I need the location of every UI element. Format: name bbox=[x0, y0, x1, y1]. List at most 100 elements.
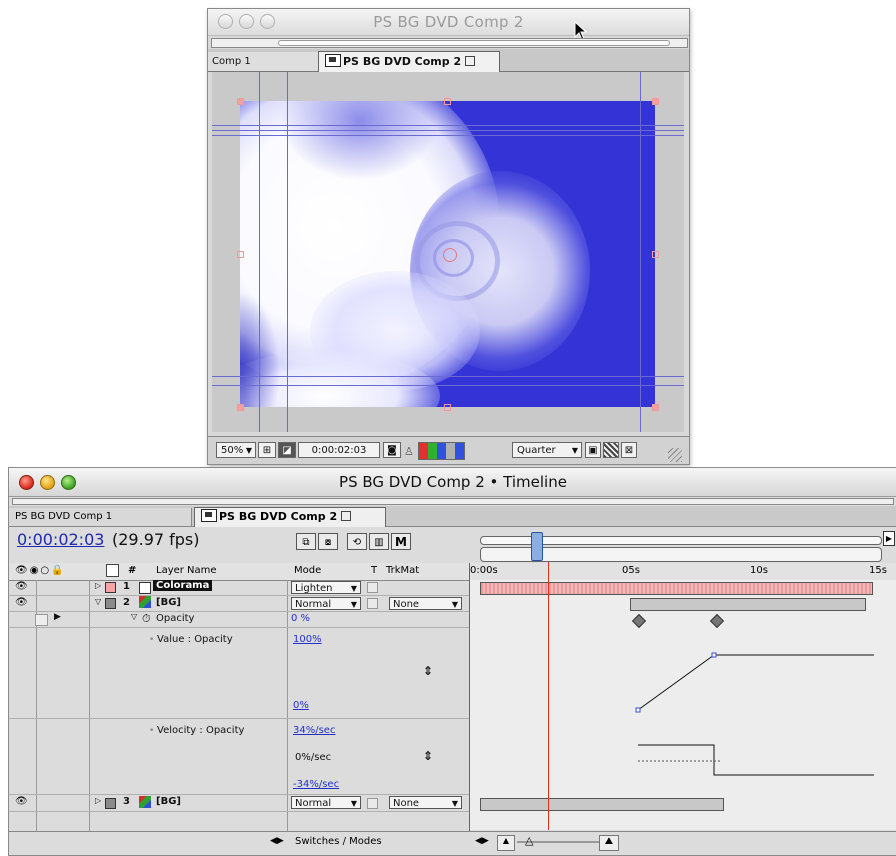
pixel-aspect-icon[interactable]: ⊠ bbox=[621, 442, 637, 458]
track-matte-dropdown[interactable]: None ▼ bbox=[389, 597, 462, 610]
velocity-max-label[interactable]: 34%/sec bbox=[293, 725, 335, 736]
label-column-icon[interactable] bbox=[106, 564, 119, 577]
edge-handle[interactable] bbox=[444, 98, 451, 105]
comp-marker-icon[interactable]: ⧉ bbox=[296, 533, 316, 550]
label-color-swatch[interactable] bbox=[105, 582, 116, 593]
comp-title-bar[interactable]: PS BG DVD Comp 2 bbox=[208, 9, 689, 41]
zoom-in-icon[interactable]: ⛰ bbox=[599, 835, 619, 851]
mode-column-header[interactable]: Mode bbox=[294, 565, 321, 576]
time-slider-icon[interactable] bbox=[531, 532, 543, 561]
magnification-dropdown[interactable]: 50% ▼ bbox=[216, 442, 256, 458]
t-column-header[interactable]: T bbox=[371, 565, 377, 576]
tab-ps-bg-dvd-comp-2[interactable]: PS BG DVD Comp 2 bbox=[318, 51, 500, 72]
channel-icon[interactable] bbox=[418, 442, 465, 460]
live-update-icon[interactable]: ⧇ bbox=[318, 533, 338, 550]
guide-line[interactable] bbox=[212, 135, 684, 136]
timeline-graph-area[interactable] bbox=[470, 562, 896, 830]
graph-toggle-icon[interactable]: ⇕ bbox=[423, 664, 433, 678]
tab-lock-icon[interactable] bbox=[341, 511, 352, 521]
corner-handle[interactable] bbox=[237, 98, 244, 105]
edge-handle[interactable] bbox=[444, 404, 451, 411]
graph-toggle-icon[interactable]: ⇕ bbox=[423, 749, 433, 763]
eye-icon[interactable]: 👁 bbox=[15, 597, 28, 608]
corner-handle[interactable] bbox=[652, 404, 659, 411]
guide-line[interactable] bbox=[287, 72, 288, 432]
corner-handle[interactable] bbox=[652, 98, 659, 105]
resolution-dropdown[interactable]: Quarter ▼ bbox=[512, 442, 582, 458]
draft-3d-icon[interactable]: ⟲ bbox=[347, 533, 367, 550]
keyframe[interactable] bbox=[631, 613, 647, 629]
guide-line[interactable] bbox=[259, 72, 260, 432]
trkmat-column-header[interactable]: TrkMat bbox=[386, 565, 419, 576]
tab-comp-1[interactable]: Comp 1 bbox=[208, 52, 318, 71]
tab-ps-bg-dvd-comp-1[interactable]: PS BG DVD Comp 1 bbox=[9, 508, 192, 526]
keyframe[interactable] bbox=[709, 613, 725, 629]
label-color-swatch[interactable] bbox=[105, 798, 116, 809]
current-time-indicator[interactable] bbox=[548, 562, 549, 830]
stopwatch-icon[interactable]: ⏱ bbox=[142, 612, 151, 626]
show-snapshot-icon[interactable]: ♙ bbox=[404, 445, 416, 458]
twirl-arrow-icon[interactable]: ▽ bbox=[95, 597, 101, 606]
current-time-field[interactable]: 0:00:02:03 bbox=[298, 442, 380, 458]
snapshot-icon[interactable]: ◙ bbox=[383, 442, 401, 458]
opacity-value[interactable]: 0 % bbox=[291, 613, 310, 624]
eye-icon[interactable]: 👁 bbox=[15, 581, 28, 592]
expand-pane-icon[interactable]: ◀▶ bbox=[475, 836, 489, 846]
expand-pane-icon[interactable]: ◀▶ bbox=[270, 836, 284, 846]
edge-handle[interactable] bbox=[237, 251, 244, 258]
guide-line[interactable] bbox=[212, 130, 684, 131]
anchor-point-icon[interactable] bbox=[443, 248, 457, 262]
guide-line[interactable] bbox=[212, 376, 684, 377]
resize-grip-icon[interactable] bbox=[668, 448, 682, 462]
track-matte-dropdown[interactable]: None ▼ bbox=[389, 796, 462, 809]
timeline-top-scrollbar[interactable] bbox=[12, 498, 894, 505]
switches-modes-toggle[interactable]: Switches / Modes bbox=[295, 836, 382, 847]
navigator-right-arrow-icon[interactable]: ▶ bbox=[883, 531, 895, 546]
guide-line[interactable] bbox=[212, 125, 684, 126]
layer-row-1[interactable]: 👁 ▷ 1 Colorama Lighten ▼ bbox=[9, 580, 469, 596]
opacity-property-row[interactable]: ▶ ▽ ⏱ Opacity 0 % bbox=[9, 612, 469, 628]
edge-handle[interactable] bbox=[652, 251, 659, 258]
zoom-slider-thumb-icon[interactable]: △ bbox=[525, 834, 533, 847]
tab-lock-icon[interactable] bbox=[465, 56, 476, 66]
scroll-thumb[interactable] bbox=[278, 40, 670, 46]
preserve-transparency-checkbox[interactable] bbox=[367, 582, 378, 593]
layer-duration-bar[interactable] bbox=[480, 582, 873, 595]
velocity-min-label[interactable]: -34%/sec bbox=[293, 779, 339, 790]
mode-dropdown[interactable]: Normal ▼ bbox=[291, 796, 361, 809]
twirl-arrow-icon[interactable]: ▷ bbox=[95, 796, 101, 805]
motion-blur-icon[interactable]: M bbox=[391, 533, 411, 550]
frame-blending-icon[interactable]: ▥ bbox=[369, 533, 389, 550]
safe-zones-icon[interactable]: ⊞ bbox=[258, 442, 276, 458]
value-max-label[interactable]: 100% bbox=[293, 634, 322, 645]
mode-dropdown[interactable]: Normal ▼ bbox=[291, 597, 361, 610]
preserve-transparency-checkbox[interactable] bbox=[367, 598, 378, 609]
layer-duration-bar[interactable] bbox=[630, 598, 866, 611]
number-column-header[interactable]: # bbox=[128, 565, 136, 576]
zoom-out-icon[interactable]: ▲ bbox=[497, 835, 515, 851]
label-color-swatch[interactable] bbox=[105, 598, 116, 609]
layer-name[interactable]: [BG] bbox=[156, 597, 181, 608]
timeline-title-bar[interactable]: PS BG DVD Comp 2 • Timeline bbox=[9, 468, 896, 497]
tab-ps-bg-dvd-comp-2[interactable]: PS BG DVD Comp 2 bbox=[194, 507, 386, 527]
current-time-display[interactable]: 0:00:02:03 bbox=[17, 530, 104, 549]
twirl-arrow-icon[interactable]: ▷ bbox=[95, 581, 101, 590]
guide-line[interactable] bbox=[212, 385, 684, 386]
keyframe-nav-arrow-icon[interactable]: ▶ bbox=[54, 612, 61, 622]
layer-name-column-header[interactable]: Layer Name bbox=[156, 565, 217, 576]
mask-view-icon[interactable]: ◪ bbox=[278, 442, 296, 458]
eye-icon[interactable]: 👁 bbox=[15, 796, 28, 807]
layer-row-2[interactable]: 👁 ▽ 2 [BG] Normal ▼ None ▼ bbox=[9, 596, 469, 612]
corner-handle[interactable] bbox=[237, 404, 244, 411]
keyframe-checkbox[interactable] bbox=[35, 614, 48, 626]
guide-line[interactable] bbox=[640, 72, 641, 432]
preserve-transparency-checkbox[interactable] bbox=[367, 798, 378, 809]
layer-name[interactable]: Colorama bbox=[153, 580, 213, 591]
twirl-arrow-icon[interactable]: ▽ bbox=[131, 612, 137, 621]
transparency-grid-icon[interactable] bbox=[603, 442, 619, 458]
comp-viewer[interactable] bbox=[212, 72, 684, 432]
layer-duration-bar[interactable] bbox=[480, 798, 724, 811]
comp-horizontal-scrollbar[interactable] bbox=[211, 38, 688, 48]
layer-row-3[interactable]: 👁 ▷ 3 [BG] Normal ▼ None ▼ bbox=[9, 795, 469, 812]
layer-name[interactable]: [BG] bbox=[156, 796, 181, 807]
